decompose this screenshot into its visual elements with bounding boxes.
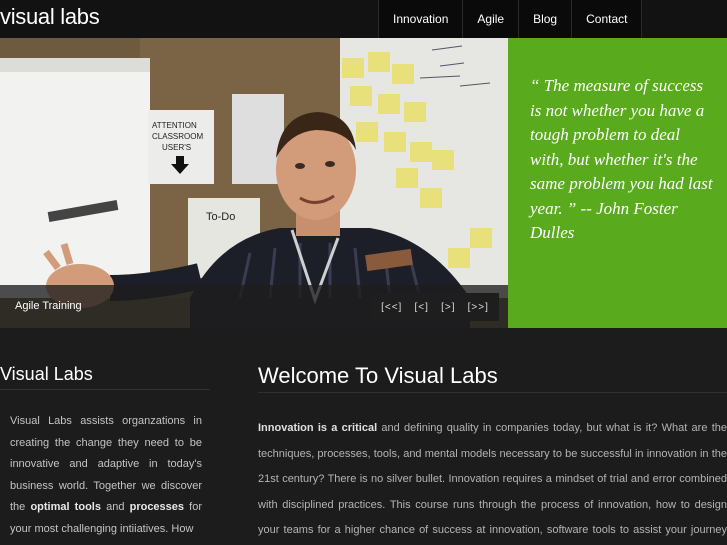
site-logo[interactable]: visual labs: [0, 4, 100, 30]
sidebar-paragraph: Visual Labs assists organzations in crea…: [10, 411, 202, 540]
quote-panel: “ The measure of success is not whether …: [508, 38, 727, 328]
hero-slideshow: ATTENTION CLASSROOM USER'S To-Do Agile T…: [0, 38, 508, 328]
slide-caption: Agile Training: [15, 300, 82, 312]
slide-caption-bar: Agile Training [<<] [<] [>] [>>]: [0, 285, 508, 328]
sidebar-divider: [0, 389, 210, 390]
slide-last-button[interactable]: [>>]: [468, 302, 489, 313]
sidebar-bold-processes: processes: [129, 501, 185, 513]
main-body-text: and defining quality in companies today,…: [258, 422, 727, 536]
slide-next-button[interactable]: [>]: [441, 302, 455, 313]
nav-item-agile[interactable]: Agile: [462, 0, 519, 38]
sidebar-bold-tools: optimal tools: [30, 501, 101, 513]
site-header: visual labs Innovation Agile Blog Contac…: [0, 0, 727, 38]
svg-text:To-Do: To-Do: [206, 211, 235, 223]
main-paragraph: Innovation is a critical and defining qu…: [258, 416, 727, 545]
quote-text: “ The measure of success is not whether …: [530, 76, 713, 242]
main-divider: [258, 392, 727, 393]
main-bold-lead: Innovation is a critical: [258, 422, 378, 434]
sidebar-text-part: Visual Labs assists organzations in crea…: [10, 415, 202, 513]
page-title: Welcome To Visual Labs: [258, 363, 498, 388]
svg-text:CLASSROOM: CLASSROOM: [152, 132, 203, 141]
main-nav: Innovation Agile Blog Contact: [378, 0, 643, 38]
nav-item-innovation[interactable]: Innovation: [378, 0, 463, 38]
svg-text:ATTENTION: ATTENTION: [152, 121, 197, 130]
nav-item-contact[interactable]: Contact: [571, 0, 643, 38]
svg-text:USER'S: USER'S: [162, 143, 191, 152]
slide-first-button[interactable]: [<<]: [381, 302, 402, 313]
sidebar-text-part: and: [100, 501, 130, 513]
slide-prev-button[interactable]: [<]: [415, 302, 429, 313]
nav-item-blog[interactable]: Blog: [518, 0, 572, 38]
slide-pager: [<<] [<] [>] [>>]: [371, 293, 499, 321]
sidebar-title: Visual Labs: [0, 364, 93, 384]
